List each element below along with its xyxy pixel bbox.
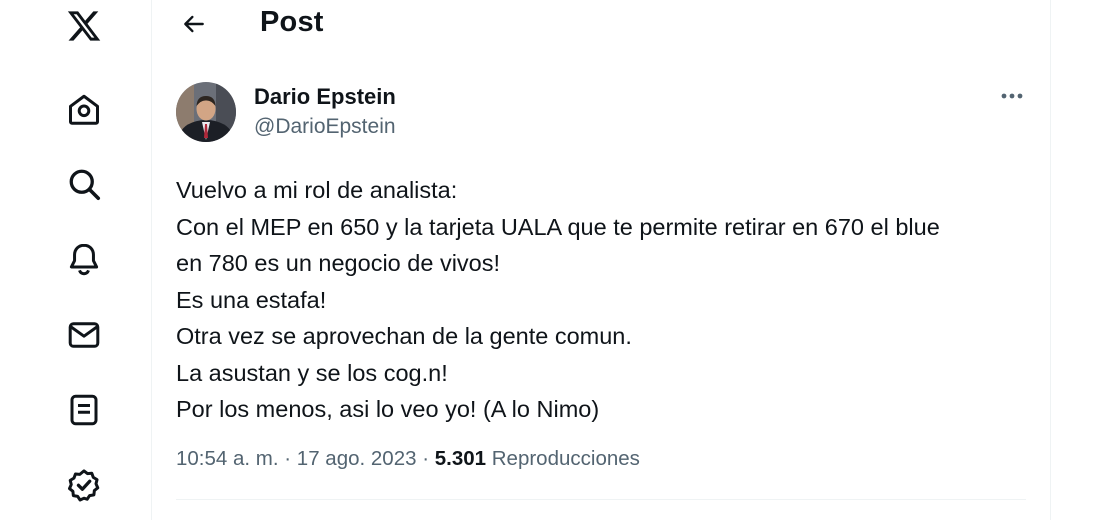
tweet-line: en 780 es un negocio de vivos!	[176, 250, 501, 276]
tweet-text: Vuelvo a mi rol de analista: Con el MEP …	[176, 172, 1036, 428]
messages-envelope-icon[interactable]	[64, 315, 104, 355]
lists-icon[interactable]	[64, 390, 104, 430]
tweet-line: La asustan y se los cog.n!	[176, 359, 448, 386]
sidebar-nav	[0, 0, 152, 520]
page-title: Post	[260, 6, 324, 38]
x-logo-icon[interactable]	[64, 6, 104, 46]
tweet-line: Es una estafa!	[176, 286, 327, 313]
home-icon[interactable]	[64, 89, 104, 129]
views-count: 5.301	[434, 447, 487, 470]
more-options-icon[interactable]	[996, 84, 1028, 108]
verified-badge-icon[interactable]	[64, 465, 104, 505]
search-icon[interactable]	[64, 164, 104, 204]
author-name[interactable]: Dario Epstein	[254, 84, 396, 110]
meta-separator: ·	[422, 447, 430, 470]
views-label: Reproducciones	[491, 447, 640, 470]
divider	[176, 499, 1026, 500]
meta-separator: ·	[284, 447, 292, 470]
tweet-line: Con el MEP en 650 y la tarjeta UALA que …	[176, 213, 940, 240]
column-divider-left	[151, 0, 152, 520]
back-arrow-icon[interactable]	[176, 6, 212, 42]
tweet-line: Vuelvo a mi rol de analista:	[176, 177, 458, 203]
tweet-meta: 10:54 a. m. · 17 ago. 2023 · 5.301 Repro…	[176, 447, 640, 471]
author-avatar[interactable]	[176, 82, 236, 142]
tweet-date[interactable]: 17 ago. 2023	[297, 447, 417, 470]
tweet-line: Por los menos, asi lo veo yo! (A lo Nimo…	[176, 396, 600, 422]
column-divider-right	[1050, 0, 1051, 520]
author-handle[interactable]: @DarioEpstein	[254, 115, 396, 139]
notifications-bell-icon[interactable]	[64, 239, 104, 279]
tweet-time[interactable]: 10:54 a. m.	[176, 447, 279, 470]
post-header: Post	[152, 0, 1050, 50]
tweet-line: Otra vez se aprovechan de la gente comun…	[176, 323, 632, 349]
